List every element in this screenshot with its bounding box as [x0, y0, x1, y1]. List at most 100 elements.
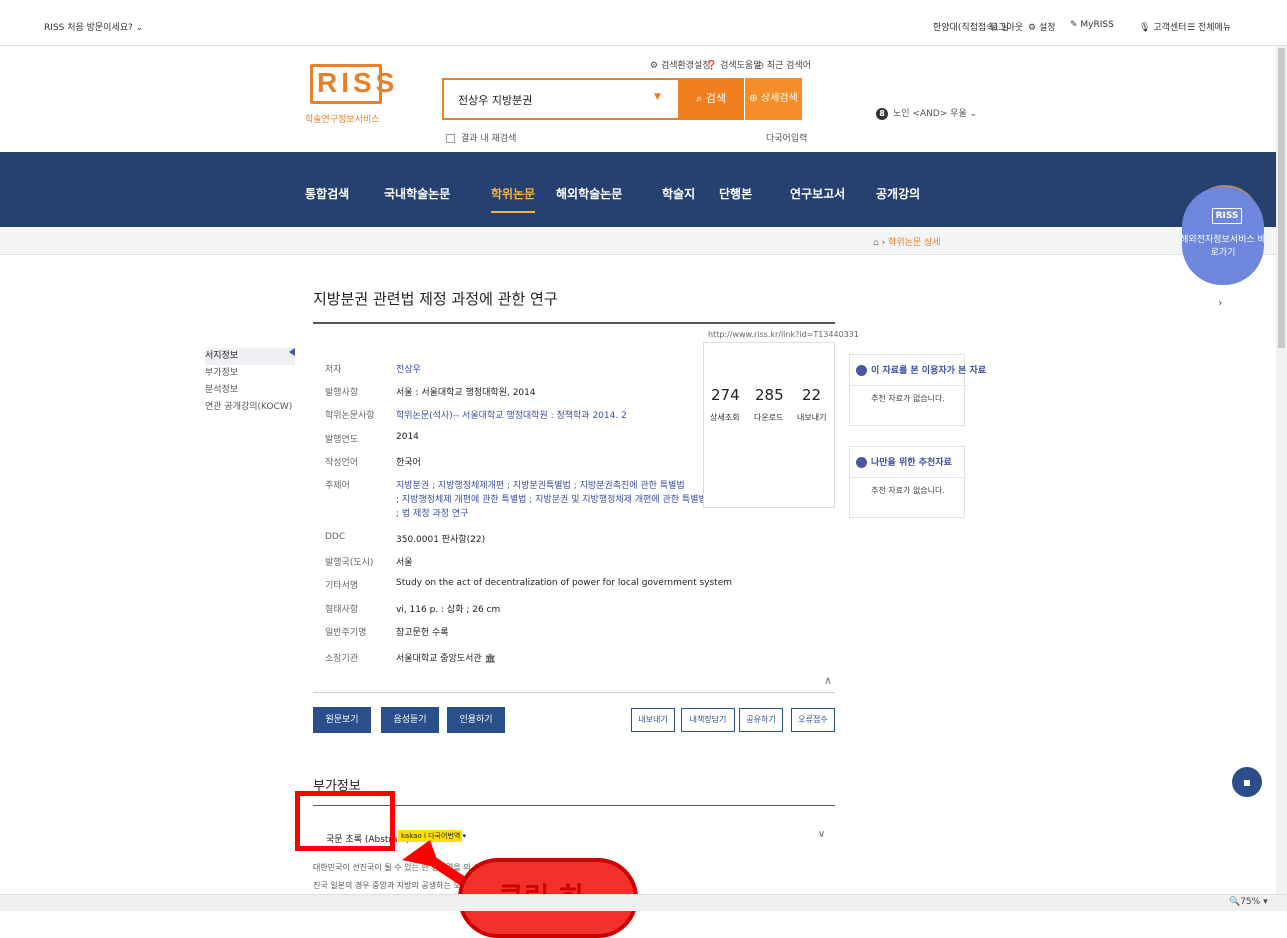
- myriss-link[interactable]: ✎ MyRISS: [1070, 20, 1114, 30]
- nav-journals[interactable]: 학술지: [662, 185, 695, 202]
- magnifier-plus-icon: ⊕: [749, 93, 758, 104]
- logout-link[interactable]: 로그아웃: [990, 20, 1023, 33]
- all-menu-label: 전체메뉴: [1197, 23, 1232, 33]
- field-label: 학위논문사항: [325, 411, 375, 421]
- first-visit-link[interactable]: RISS 처음 방문이세요? ⌄: [44, 20, 143, 33]
- divider: [850, 477, 966, 478]
- side-nav-item-bibliographic[interactable]: 서지정보: [205, 348, 295, 365]
- recommendation-empty: 추천 자료가 없습니다.: [871, 486, 945, 495]
- search-button-label: 검색: [705, 92, 726, 105]
- nav-integrated-search[interactable]: 통합검색: [305, 185, 349, 202]
- listen-audio-button[interactable]: 음성듣기: [381, 707, 439, 733]
- search-help-link[interactable]: ❓ 검색도움말: [706, 58, 761, 71]
- permalink[interactable]: http://www.riss.kr/link?id=T13440331: [708, 330, 859, 339]
- advanced-search-label: 상세검색: [760, 93, 798, 104]
- nav-open-lectures[interactable]: 공개강의: [876, 185, 920, 202]
- exports-label: 내보내기: [797, 413, 827, 422]
- field-value-keywords-3[interactable]: ; 법 제정 과정 연구: [396, 506, 468, 519]
- downloads-label: 다운로드: [754, 413, 784, 422]
- add-bookshelf-button[interactable]: 내책장담기: [681, 708, 735, 732]
- views-label: 상세조회: [710, 413, 740, 422]
- exports-count: 22: [802, 386, 822, 404]
- field-label: 소장기관: [325, 654, 359, 664]
- downloads-count: 285: [755, 386, 784, 404]
- support-link[interactable]: 🎙 고객센터: [1139, 20, 1186, 33]
- field-value-holding[interactable]: 서울대학교 중앙도서관 🏛: [396, 651, 496, 664]
- banner-logo: RISS: [1212, 208, 1242, 224]
- share-button[interactable]: 공유하기: [739, 708, 783, 732]
- collapse-chevron-up-icon[interactable]: ∧: [824, 674, 832, 687]
- hamburger-icon: ☰: [1187, 23, 1196, 33]
- home-icon[interactable]: ⌂: [873, 238, 879, 248]
- dropdown-arrow-icon[interactable]: ▼: [654, 92, 661, 102]
- recommendation-card-others: 이 자료를 본 이용자가 본 자료 추천 자료가 없습니다.: [849, 354, 986, 426]
- field-label: 발행사항: [325, 388, 359, 398]
- logo-text: RISS: [317, 67, 399, 98]
- recommendation-title-text: 나만을 위한 추천자료: [871, 458, 952, 468]
- trending-keyword-text: 노인 <AND> 우울 ⌄: [893, 109, 978, 119]
- nav-books[interactable]: 단행본: [719, 185, 752, 202]
- breadcrumb: ⌂ › 학위논문 상세: [873, 238, 941, 248]
- within-results-checkbox[interactable]: 결과 내 재검색: [446, 131, 516, 144]
- recommendation-title: 나만을 위한 추천자료: [856, 455, 952, 468]
- title-divider: [313, 322, 835, 324]
- within-results-label: 결과 내 재검색: [461, 134, 517, 144]
- scrollbar-thumb[interactable]: [1278, 48, 1285, 348]
- field-label: 작성언어: [325, 458, 359, 468]
- trending-keyword[interactable]: 8 노인 <AND> 우울 ⌄: [876, 106, 977, 120]
- recommendation-title: 이 자료를 본 이용자가 본 자료: [856, 363, 986, 376]
- field-label: 발행연도: [325, 435, 359, 445]
- field-label: 형태사항: [325, 605, 359, 615]
- nav-domestic-papers[interactable]: 국내학술논문: [384, 185, 450, 202]
- search-input[interactable]: 전상우 지방분권 ▼: [442, 78, 678, 120]
- view-original-button[interactable]: 원문보기: [313, 707, 371, 733]
- report-error-button[interactable]: 오류접수: [791, 708, 835, 732]
- side-nav-item-additional[interactable]: 부가정보: [205, 365, 295, 382]
- recent-search-link[interactable]: ◷ 최근 검색어: [756, 58, 811, 71]
- advanced-search-button[interactable]: ⊕ 상세검색: [744, 78, 802, 120]
- all-menu-link[interactable]: ☰ 전체메뉴: [1187, 20, 1231, 33]
- banner-text: 해외전자정보서비스 바로가기: [1180, 235, 1266, 258]
- microphone-icon: 🎙: [1139, 23, 1151, 33]
- top-utility-bar: RISS 처음 방문이세요? ⌄ 한양대(직접접속) 님 로그아웃 ⚙ 설정 ✎…: [0, 0, 1287, 46]
- field-value-physical: vi, 116 p. : 삽화 ; 26 cm: [396, 605, 501, 615]
- zoom-control[interactable]: 🔍75% ▾: [1229, 897, 1268, 907]
- views-count: 274: [711, 386, 740, 404]
- chevron-right-icon[interactable]: ›: [1218, 296, 1222, 309]
- field-value-publisher: 서울 : 서울대학교 행정대학원, 2014: [396, 388, 536, 398]
- field-value-keywords-2[interactable]: ; 지방행정체제 개편에 관한 특별법 ; 지방분권 및 지방행정체제 개편에 …: [396, 492, 707, 505]
- gear-icon: ⚙: [1028, 23, 1037, 33]
- page-title: 지방분권 관련법 제정 과정에 관한 연구: [313, 290, 558, 308]
- field-label: DDC: [325, 532, 346, 542]
- search-settings-link[interactable]: ⚙ 검색환경설정: [650, 58, 711, 71]
- export-button[interactable]: 내보내기: [631, 708, 675, 732]
- cite-button[interactable]: 인용하기: [447, 707, 505, 733]
- field-value-language: 한국어: [396, 458, 421, 468]
- field-label: 기타서명: [325, 581, 359, 591]
- nav-dissertations[interactable]: 학위논문: [491, 185, 536, 213]
- field-value-ddc: 350.0001 판사항(22): [396, 535, 486, 545]
- chat-button[interactable]: ▪: [1232, 767, 1262, 797]
- recommendation-empty: 추천 자료가 없습니다.: [871, 394, 945, 403]
- main-navigation: 통합검색 국내학술논문 학위논문 해외학술논문 학술지 단행본 연구보고서 공개…: [0, 152, 1287, 227]
- support-label: 고객센터: [1153, 23, 1187, 33]
- logo-subtitle: 학술연구정보서비스: [305, 115, 380, 125]
- side-nav-item-kocw[interactable]: 연관 공개강의(KOCW): [205, 399, 295, 416]
- field-value-keywords[interactable]: 지방분권 ; 지방행정체제개편 ; 지방분권특별법 ; 지방분권촉진에 관한 특…: [396, 478, 685, 491]
- users-icon: [856, 365, 867, 376]
- multilang-input-link[interactable]: 다국어입력: [766, 131, 807, 144]
- settings-link[interactable]: ⚙ 설정: [1028, 20, 1056, 33]
- field-value-degree[interactable]: 학위논문(석사)-- 서울대학교 행정대학원 : 정책학과 2014. 2: [396, 408, 627, 421]
- pencil-icon: ✎: [1070, 20, 1078, 30]
- expand-chevron-down-icon[interactable]: ∨: [818, 829, 825, 840]
- riss-logo[interactable]: RISS 학술연구정보서비스: [305, 56, 405, 136]
- usage-stats-panel: 274 285 22 상세조회 다운로드 내보내기: [703, 342, 835, 508]
- field-label: 일반주기명: [325, 628, 367, 638]
- side-nav-item-analysis[interactable]: 분석정보: [205, 382, 295, 399]
- nav-foreign-papers[interactable]: 해외학술논문: [556, 185, 622, 202]
- search-button[interactable]: ⌕ 검색: [678, 78, 744, 120]
- field-value-year: 2014: [396, 432, 419, 442]
- nav-research-reports[interactable]: 연구보고서: [790, 185, 845, 202]
- field-value-author[interactable]: 전상우: [396, 362, 421, 375]
- quick-link-label: 검색환경설정: [660, 61, 711, 71]
